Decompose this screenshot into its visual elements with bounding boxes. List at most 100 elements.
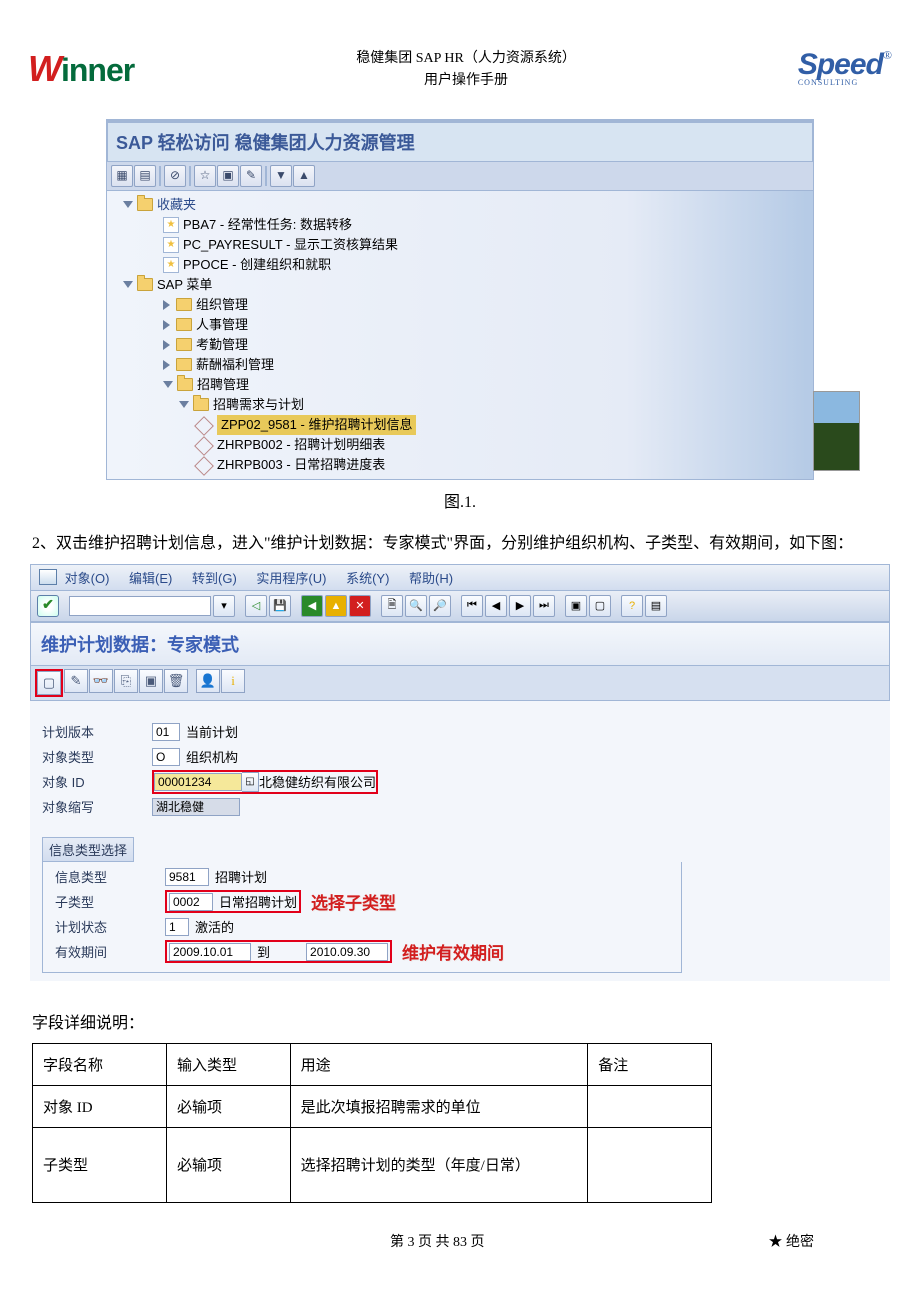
tree-item[interactable]: 招聘需求与计划	[107, 395, 813, 415]
toolbar: ▦ ▤ ⊘ ☆ ▣ ✎ ▼ ▲	[106, 161, 814, 191]
layout-icon[interactable]: ▤	[645, 595, 667, 617]
tree-item[interactable]: ZHRPB002 - 招聘计划明细表	[107, 435, 813, 455]
table-row: 对象 ID 必输项 是此次填报招聘需求的单位	[33, 1085, 712, 1127]
tree-item[interactable]: 考勤管理	[107, 335, 813, 355]
tree-item[interactable]: ★PC_PAYRESULT - 显示工资核算结果	[107, 235, 813, 255]
screen-title: 维护计划数据：专家模式	[30, 623, 890, 666]
desc-obj-id: 北稳健纺织有限公司	[259, 772, 376, 791]
field-section-title: 字段详细说明：	[32, 1009, 904, 1033]
table-row: 子类型 必输项 选择招聘计划的类型（年度/日常）	[33, 1127, 712, 1202]
input-valid-from[interactable]: 2009.10.01	[169, 943, 251, 961]
label-subtype: 子类型	[55, 892, 165, 911]
tree-item[interactable]: 薪酬福利管理	[107, 355, 813, 375]
overview-button[interactable]: 👤	[196, 669, 220, 693]
tree-sapmenu[interactable]: SAP 菜单	[107, 275, 813, 295]
first-page-icon[interactable]: ⏮	[461, 595, 483, 617]
display-button[interactable]: 👓	[89, 669, 113, 693]
th-field-name: 字段名称	[33, 1043, 167, 1085]
menu-edit[interactable]: 编辑(E)	[129, 571, 172, 586]
menu-system[interactable]: 系统(Y)	[346, 571, 389, 586]
help-icon[interactable]: ?	[621, 595, 643, 617]
dropdown-icon[interactable]: ▾	[213, 595, 235, 617]
sap-icon[interactable]	[39, 569, 57, 585]
input-plan-status[interactable]: 1	[165, 918, 189, 936]
tree-item[interactable]: 组织管理	[107, 295, 813, 315]
toolbar-icon[interactable]: 🗎	[381, 595, 403, 617]
toolbar-btn[interactable]: ✎	[240, 165, 262, 187]
toolbar-btn[interactable]: ☆	[194, 165, 216, 187]
desc-obj-type: 组织机构	[186, 747, 238, 766]
logo-speed: Speed CONSULTING ®	[798, 48, 892, 87]
save-icon[interactable]: 💾	[269, 595, 291, 617]
find-next-icon[interactable]: 🔎	[429, 595, 451, 617]
desc-plan-status: 激活的	[195, 917, 234, 936]
menu-goto[interactable]: 转到(G)	[192, 571, 237, 586]
tree-item[interactable]: ★PPOCE - 创建组织和就职	[107, 255, 813, 275]
info-button[interactable]: i	[221, 669, 245, 693]
header-line2: 用户操作手册	[356, 70, 576, 92]
dropup-icon[interactable]: ▲	[293, 165, 315, 187]
label-to: 到	[257, 942, 270, 961]
cancel-button[interactable]: ✕	[349, 595, 371, 617]
edit-button[interactable]: ✎	[64, 669, 88, 693]
menu-help[interactable]: 帮助(H)	[409, 571, 453, 586]
figure-caption: 图.1.	[16, 488, 904, 512]
exit-button[interactable]: ▲	[325, 595, 347, 617]
label-info-type: 信息类型	[55, 867, 165, 886]
toolbar-btn[interactable]: ▦	[111, 165, 133, 187]
sap-easy-access-title: SAP 轻松访问 稳健集团人力资源管理	[106, 123, 814, 161]
back-icon[interactable]: ◁	[245, 595, 267, 617]
tree-item[interactable]: ★PBA7 - 经常性任务: 数据转移	[107, 215, 813, 235]
tree-item[interactable]: ZHRPB003 - 日常招聘进度表	[107, 455, 813, 475]
input-obj-id[interactable]: 00001234	[154, 773, 242, 791]
input-valid-to[interactable]: 2010.09.30	[306, 943, 388, 961]
delete-button[interactable]: 🗑	[164, 669, 188, 693]
menu-utilities[interactable]: 实用程序(U)	[256, 571, 326, 586]
tree-favorites[interactable]: 收藏夹	[107, 195, 813, 215]
label-plan-status: 计划状态	[55, 917, 165, 936]
create-button[interactable]: ▢	[37, 671, 61, 695]
annotation-subtype: 选择子类型	[311, 889, 396, 914]
desc-subtype: 日常招聘计划	[219, 892, 297, 911]
toolbar-icon[interactable]: ▣	[565, 595, 587, 617]
side-image	[813, 391, 860, 471]
toolbar-btn[interactable]: ⊘	[164, 165, 186, 187]
th-remark: 备注	[588, 1043, 712, 1085]
toolbar-btn[interactable]: ▣	[217, 165, 239, 187]
find-icon[interactable]: 🔍	[405, 595, 427, 617]
input-subtype[interactable]: 0002	[169, 893, 213, 911]
enter-button[interactable]: ✔	[37, 595, 59, 617]
app-toolbar: ▢ ✎ 👓 ⎘ ▣ 🗑 👤 i	[30, 666, 890, 701]
input-plan-version[interactable]: 01	[152, 723, 180, 741]
next-page-icon[interactable]: ▶	[509, 595, 531, 617]
toolbar-icon[interactable]: ▢	[589, 595, 611, 617]
paragraph: 2、双击维护招聘计划信息，进入"维护计划数据：专家模式"界面，分别维护组织机构、…	[32, 528, 888, 560]
tree-item-highlighted[interactable]: ZPP02_9581 - 维护招聘计划信息	[107, 415, 813, 435]
desc-plan-version: 当前计划	[186, 722, 238, 741]
th-usage: 用途	[290, 1043, 588, 1085]
footer-confidential: ★ 绝密	[769, 1231, 815, 1251]
menu-object[interactable]: 对象(O)	[65, 571, 110, 586]
label-obj-abbr: 对象缩写	[42, 797, 152, 816]
field-table: 字段名称 输入类型 用途 备注 对象 ID 必输项 是此次填报招聘需求的单位 子…	[32, 1043, 712, 1203]
label-obj-type: 对象类型	[42, 747, 152, 766]
command-field[interactable]	[69, 596, 211, 616]
th-input-type: 输入类型	[166, 1043, 290, 1085]
dropdown-icon[interactable]: ▼	[270, 165, 292, 187]
header-line1: 稳健集团 SAP HR（人力资源系统）	[356, 48, 576, 70]
standard-toolbar: ✔ ▾ ◁ 💾 ◀ ▲ ✕ 🗎 🔍 🔎 ⏮ ◀ ▶ ⏭ ▣ ▢ ? ▤	[30, 591, 890, 623]
label-valid-period: 有效期间	[55, 942, 165, 961]
input-obj-type[interactable]: O	[152, 748, 180, 766]
footer-page: 第 3 页 共 83 页	[390, 1231, 485, 1251]
tree-item[interactable]: 招聘管理	[107, 375, 813, 395]
input-info-type[interactable]: 9581	[165, 868, 209, 886]
toolbar-btn[interactable]: ▤	[134, 165, 156, 187]
back-button[interactable]: ◀	[301, 595, 323, 617]
tree-item[interactable]: 人事管理	[107, 315, 813, 335]
delimit-button[interactable]: ▣	[139, 669, 163, 693]
prev-page-icon[interactable]: ◀	[485, 595, 507, 617]
section-header: 信息类型选择	[42, 837, 134, 862]
last-page-icon[interactable]: ⏭	[533, 595, 555, 617]
f4-help-button[interactable]: ◱	[242, 772, 259, 792]
copy-button[interactable]: ⎘	[114, 669, 138, 693]
